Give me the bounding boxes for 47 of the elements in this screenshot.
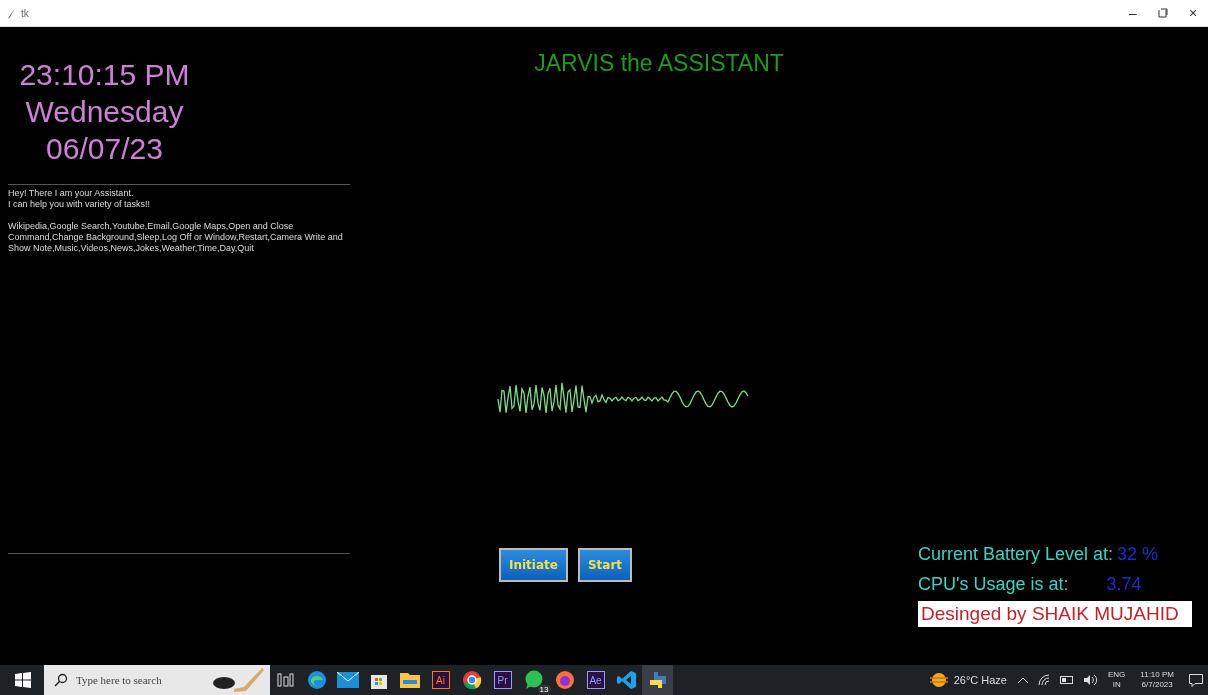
battery-value: 32 % <box>1117 543 1159 565</box>
clock-date: 06/07/23 <box>45 131 164 167</box>
battery-icon[interactable] <box>1060 676 1074 684</box>
weather-icon[interactable] <box>928 672 949 688</box>
feather-icon <box>8 7 16 19</box>
python-icon <box>648 671 667 689</box>
volume-icon[interactable] <box>1084 674 1098 686</box>
network-icon[interactable] <box>1038 674 1050 686</box>
app-tile-icon: Pr <box>493 671 512 689</box>
language-indicator[interactable]: ENG IN <box>1108 670 1126 690</box>
windows-start-icon[interactable] <box>15 672 31 688</box>
app-tile-icon: Ae <box>586 671 605 689</box>
app-tile-icon: Ai <box>431 671 450 689</box>
restore-icon <box>1158 8 1168 18</box>
clock-day: Wednesday <box>8 93 201 130</box>
window-title: tk <box>21 7 29 19</box>
feature-list-text: Wikipedia,Google Search,Youtube,Email,Google Maps,Open and Close Command,Change Background,Sleep,Log Off or Window,Restart,Camera Write and Show Note,Music,Videos,News,Jokes,Weather,Time,Day,Quit <box>8 221 344 254</box>
chevron-up-icon[interactable] <box>1018 677 1028 683</box>
notification-badge: 13 <box>537 685 551 694</box>
folder-icon <box>399 672 420 688</box>
cpu-label: CPU's Usage is at: <box>918 573 1069 595</box>
credit-label: Desinged by SHAIK MUJAHID <box>918 601 1192 627</box>
search-icon <box>54 673 68 687</box>
intro-text: Hey! There I am your Assistant. <box>8 188 135 199</box>
minimize-button[interactable]: – <box>1118 0 1148 26</box>
code-editor-icon <box>616 670 637 690</box>
browser-icon <box>554 670 575 690</box>
weather-text[interactable]: 26°C Haze <box>953 674 1007 686</box>
close-button[interactable]: × <box>1178 0 1208 26</box>
hockey-stick-icon <box>212 667 264 693</box>
taskbar-app-button[interactable]: Pr <box>487 665 518 695</box>
browser-icon <box>306 670 327 690</box>
taskbar-clock[interactable]: 11:10 PM 6/7/2023 <box>1140 670 1174 690</box>
search-field[interactable]: Type here to search <box>44 665 270 695</box>
cpu-value: 3.74 <box>1106 573 1142 595</box>
taskbar-app-button[interactable]: Ai <box>425 665 456 695</box>
python-app-button[interactable] <box>642 665 673 695</box>
mail-icon <box>336 672 359 688</box>
clock-time: 23:10:15 PM <box>18 57 191 93</box>
battery-label: Current Battery Level at: <box>918 543 1114 565</box>
task-view-icon <box>276 672 295 688</box>
taskbar-app-button[interactable]: 13 <box>518 665 549 695</box>
notification-icon[interactable] <box>1189 673 1203 687</box>
intro-text: I can help you with variety of tasks!! <box>8 199 152 210</box>
app-heading: JARVIS the ASSISTANT <box>534 50 784 77</box>
taskbar-app-button[interactable]: Ae <box>580 665 611 695</box>
browser-icon <box>461 670 482 690</box>
